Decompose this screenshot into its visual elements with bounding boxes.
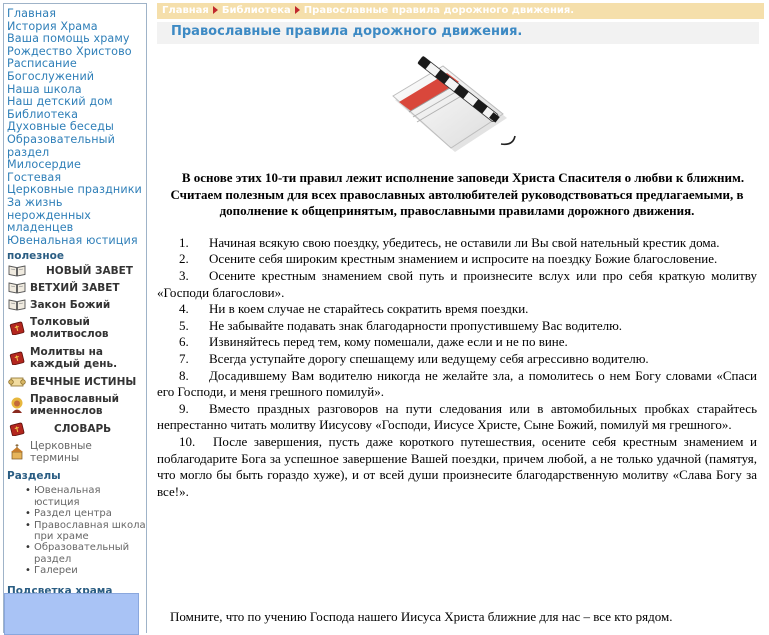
- sidebar-link-5[interactable]: Богослужений: [4, 70, 146, 84]
- rules-illustration: [389, 48, 519, 154]
- useful-item-4[interactable]: Молитвы на каждый день.: [4, 344, 146, 372]
- rule-number: 7.: [179, 350, 189, 366]
- rule-item: 7. Всегда уступайте дорогу спешащему или …: [157, 351, 757, 368]
- useful-item-label: СЛОВАРЬ: [54, 422, 112, 435]
- temple-lighting-banner[interactable]: [4, 593, 139, 635]
- saint-icon: [8, 397, 30, 414]
- section-link-2[interactable]: Православная школа при храме: [25, 520, 146, 543]
- church-icon: [8, 444, 30, 460]
- breadcrumb-home[interactable]: Главная: [162, 5, 209, 16]
- rule-number: 9.: [179, 400, 189, 416]
- useful-item-label: Закон Божий: [30, 298, 111, 311]
- rule-text: Ни в коем случае не старайтесь сократить…: [209, 301, 529, 317]
- sidebar-link-0[interactable]: Главная: [4, 7, 146, 21]
- rules-list: 1. Начиная всякую свою поездку, убедитесь…: [157, 235, 757, 501]
- rule-number: 3.: [179, 267, 189, 283]
- open-book-icon: [8, 298, 30, 312]
- sidebar-link-12[interactable]: Милосердие: [4, 159, 146, 172]
- section-link-3[interactable]: Образовательный раздел: [25, 542, 146, 565]
- useful-list: НОВЫЙ ЗАВЕТ ВЕТХИЙ ЗАВЕТ Закон Божий Толков…: [4, 263, 146, 466]
- rule-text: Вместо праздных разговоров на пути следо…: [157, 400, 757, 433]
- closing-text: Помните, что по учению Господа нашего Ии…: [170, 609, 673, 624]
- rule-number: 10.: [179, 433, 196, 449]
- rule-number: 5.: [179, 317, 189, 333]
- rule-number: 1.: [179, 234, 189, 250]
- prayer-book-icon: [8, 321, 30, 336]
- article: В основе этих 10-ти правил лежит исполне…: [157, 170, 757, 500]
- useful-item-0[interactable]: НОВЫЙ ЗАВЕТ: [4, 263, 146, 278]
- open-book-icon: [8, 264, 30, 278]
- breadcrumb-arrow-icon: [212, 5, 218, 14]
- rule-item: 5. Не забывайте подавать знак благодарнос…: [157, 318, 757, 335]
- sidebar-nav: Главная История Храма Ваша помощь храму Рож…: [4, 4, 146, 247]
- rule-item: 10. После завершения, пусть даже коротког…: [157, 434, 757, 500]
- main-content: Главная Библиотека Православные правила до…: [152, 0, 769, 632]
- useful-item-1[interactable]: ВЕТХИЙ ЗАВЕТ: [4, 280, 146, 295]
- breadcrumb: Главная Библиотека Православные правила до…: [157, 3, 764, 19]
- rule-number: 4.: [179, 301, 189, 317]
- open-book-icon: [8, 281, 30, 295]
- useful-section-title: полезное: [7, 250, 64, 263]
- rule-text: Осените крестным знамением свой путь и п…: [157, 267, 757, 300]
- sidebar-link-17[interactable]: младенцев: [4, 221, 146, 235]
- section-link-4[interactable]: Галереи: [25, 565, 146, 577]
- rule-number: 2.: [179, 251, 189, 267]
- rule-item: 3. Осените крестным знамением свой путь и…: [157, 268, 757, 301]
- sidebar-link-2[interactable]: Ваша помощь храму: [4, 33, 146, 46]
- rule-number: 6.: [179, 334, 189, 350]
- useful-item-label: ВЕЧНЫЕ ИСТИНЫ: [30, 375, 137, 388]
- sidebar-link-15[interactable]: За жизнь: [4, 196, 146, 210]
- useful-item-8[interactable]: Церковные термины: [4, 438, 146, 466]
- rule-text: Всегда уступайте дорогу спешащему или ве…: [209, 350, 649, 366]
- rule-item: 9. Вместо праздных разговоров на пути сле…: [157, 401, 757, 434]
- sections-list: Ювенальная юстицияРаздел центраПравослав…: [4, 485, 146, 577]
- useful-item-3[interactable]: Толковый молитвослов: [4, 314, 146, 342]
- rule-item: 8. Досадившему Вам водителю никогда не же…: [157, 368, 757, 401]
- breadcrumb-arrow-icon: [294, 5, 300, 14]
- useful-item-label: Церковные термины: [30, 440, 92, 465]
- section-link-0[interactable]: Ювенальная юстиция: [25, 485, 146, 508]
- useful-item-label: ВЕТХИЙ ЗАВЕТ: [30, 281, 120, 294]
- rule-text: Осените себя широким крестным знамением …: [209, 251, 718, 267]
- sidebar-link-7[interactable]: Наш детский дом: [4, 96, 146, 109]
- breadcrumb-library[interactable]: Библиотека: [222, 5, 291, 16]
- intro-line-1: В основе этих 10-ти правил лежит исполне…: [181, 170, 745, 185]
- rule-item: 4. Ни в коем случае не старайтесь сократи…: [157, 301, 757, 318]
- useful-item-7[interactable]: СЛОВАРЬ: [4, 421, 146, 436]
- useful-item-6[interactable]: Православный именнослов: [4, 391, 146, 419]
- rule-item: 2. Осените себя широким крестным знамение…: [157, 251, 757, 268]
- rule-text: Досадившему Вам водителю никогда не жела…: [157, 367, 757, 400]
- useful-item-5[interactable]: ВЕЧНЫЕ ИСТИНЫ: [4, 374, 146, 389]
- rule-item: 6. Извиняйтесь перед тем, кому помешали, …: [157, 334, 757, 351]
- sections-title: Разделы: [7, 470, 61, 483]
- sidebar: Главная История Храма Ваша помощь храму Рож…: [3, 3, 147, 633]
- breadcrumb-current: Православные правила дорожного движения.: [303, 5, 575, 16]
- sidebar-link-18[interactable]: Ювенальная юстиция: [4, 234, 146, 248]
- rule-number: 8.: [179, 367, 189, 383]
- rule-text: Начиная всякую свою поездку, убедитесь, …: [209, 234, 720, 250]
- useful-item-label: НОВЫЙ ЗАВЕТ: [46, 264, 133, 277]
- sidebar-link-10[interactable]: Образовательный: [4, 133, 146, 147]
- intro-line-2: Считаем полезным для всех православных а…: [170, 186, 744, 219]
- prayer-book-icon: [8, 351, 30, 366]
- rule-text: Извиняйтесь перед тем, кому помешали, да…: [209, 334, 568, 350]
- scroll-icon: [8, 375, 30, 389]
- useful-item-label: Толковый молитвослов: [30, 316, 109, 341]
- prayer-book-icon: [8, 422, 30, 436]
- rule-text: После завершения, пусть даже короткого п…: [157, 433, 757, 499]
- section-link-1[interactable]: Раздел центра: [25, 508, 146, 520]
- useful-item-2[interactable]: Закон Божий: [4, 297, 146, 312]
- rule-item: 1. Начиная всякую свою поездку, убедитесь…: [157, 235, 757, 252]
- page-title-bar: Православные правила дорожного движения.: [157, 22, 759, 44]
- useful-item-label: Молитвы на каждый день.: [30, 346, 118, 371]
- page-title: Православные правила дорожного движения.: [171, 24, 523, 39]
- rule-text: Не забывайте подавать знак благодарности…: [209, 317, 623, 333]
- useful-item-label: Православный именнослов: [30, 393, 119, 418]
